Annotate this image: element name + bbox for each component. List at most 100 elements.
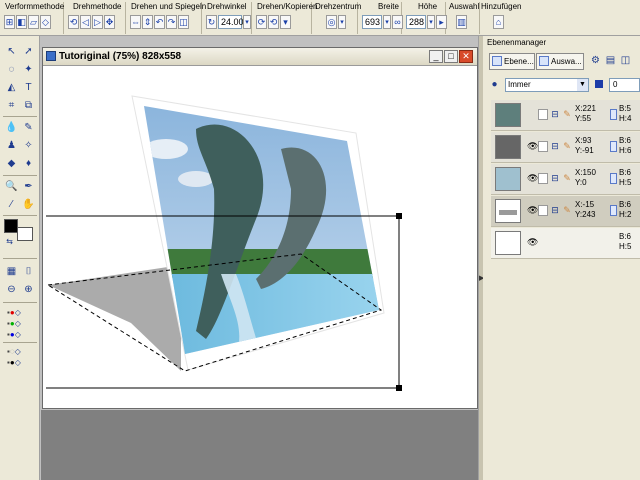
magic-wand-icon[interactable]: ✦ <box>21 62 36 77</box>
pointer-tool-icon[interactable]: ↖ <box>4 44 19 59</box>
paint-bucket-icon[interactable]: ◭ <box>4 80 19 95</box>
pick-color-icon[interactable]: ✒ <box>21 179 36 194</box>
lock-checkbox[interactable] <box>538 205 548 216</box>
rotation-center-icon[interactable]: ◎ <box>326 15 337 29</box>
brush-tool-icon[interactable]: ✎ <box>21 120 36 135</box>
move-icon[interactable]: ✥ <box>104 15 115 29</box>
spin-down-icon[interactable]: ▾ <box>243 15 251 29</box>
rotate-angle-icon[interactable]: ↻ <box>206 15 217 29</box>
channel-alpha-row[interactable]: ▪●◇ <box>7 358 35 367</box>
warp-free-icon[interactable]: ◇ <box>40 15 51 29</box>
layer-new-icon[interactable]: ▤ <box>603 53 618 68</box>
dropper-tool-icon[interactable]: 💧 <box>4 120 19 135</box>
rotate-right-icon[interactable]: ↷ <box>166 15 177 29</box>
add-icon[interactable]: ⌂ <box>493 15 504 29</box>
layer-link-icon[interactable]: ⊟ <box>550 173 560 184</box>
mirror-icon[interactable]: ◫ <box>178 15 189 29</box>
grid-icon[interactable]: ▦ <box>4 264 19 279</box>
opacity-input[interactable]: 0 <box>609 78 640 92</box>
layer-link-icon[interactable]: ⊟ <box>550 141 560 152</box>
tab-selection[interactable]: Auswa... <box>536 53 584 70</box>
rotate-left-icon[interactable]: ↶ <box>154 15 165 29</box>
warp-method-label: Verformmethode <box>5 2 65 11</box>
lasso-tool-icon[interactable]: ◌ <box>4 62 19 77</box>
zoom-tool-icon[interactable]: 🔍 <box>4 179 19 194</box>
lock-checkbox[interactable] <box>538 109 548 120</box>
visibility-icon[interactable]: 👁 <box>527 237 538 248</box>
visibility-icon[interactable]: 👁 <box>527 173 538 184</box>
foreground-color-swatch[interactable] <box>4 219 18 233</box>
warp-perspective-icon[interactable]: ◧ <box>16 15 27 29</box>
warp-skew-icon[interactable]: ▱ <box>28 15 39 29</box>
size-reset-icon[interactable]: ▸ <box>436 15 447 29</box>
fill-tool-icon[interactable]: ♦ <box>21 156 36 171</box>
rotate-method-icon[interactable]: ◁ <box>80 15 91 29</box>
close-button[interactable]: ✕ <box>459 50 473 63</box>
layer-effect-icon[interactable]: ✎ <box>562 109 572 120</box>
layer-row-3[interactable]: 👁 ⊟ ✎ X:150 Y:0 B:6 H:5 <box>491 164 640 195</box>
lock-checkbox[interactable] <box>538 141 548 152</box>
layer-row-2[interactable]: 👁 ⊟ ✎ X:93 Y:-91 B:6 H:6 <box>491 132 640 163</box>
minimize-button[interactable]: _ <box>429 50 443 63</box>
height-spin-icon[interactable]: ▾ <box>427 15 435 29</box>
eraser-tool-icon[interactable]: ◆ <box>4 156 19 171</box>
lock-checkbox[interactable] <box>538 173 548 184</box>
flip-horizontal-icon[interactable]: ⇔ <box>130 15 141 29</box>
image-canvas[interactable] <box>46 69 474 406</box>
layer-effect-icon[interactable]: ✎ <box>562 141 572 152</box>
transform-tool-icon[interactable]: ⧉ <box>21 98 36 113</box>
retouch-tool-icon[interactable]: ✧ <box>21 138 36 153</box>
channel-blue-row[interactable]: ▪●◇ <box>7 330 35 339</box>
link-icon[interactable]: ∞ <box>392 15 403 29</box>
height-input[interactable]: 288 <box>406 15 426 29</box>
frame-icon[interactable]: ⌷ <box>21 264 36 279</box>
background-color-swatch[interactable] <box>17 227 33 241</box>
layer-row-5[interactable]: 👁 B:6 H:5 <box>491 228 640 259</box>
arrow-tool-icon[interactable]: ➚ <box>21 44 36 59</box>
layer-properties-icon[interactable]: ⚙ <box>588 53 603 68</box>
document-title: Tutoriginal (75%) 828x558 <box>59 51 182 62</box>
layer-link-icon[interactable]: ⊟ <box>550 205 560 216</box>
layer-merge-icon[interactable]: ◫ <box>618 53 633 68</box>
rotation-angle-input[interactable]: 24.00 <box>218 15 244 29</box>
visibility-icon[interactable]: 👁 <box>527 141 538 152</box>
visibility-icon[interactable] <box>527 109 537 120</box>
stamp-tool-icon[interactable]: ♟ <box>4 138 19 153</box>
layers-tab-icon <box>492 56 502 66</box>
rotation-center-dropdown-icon[interactable]: ▾ <box>338 15 346 29</box>
channel-icon[interactable]: ⊕ <box>21 282 36 297</box>
layer-row-4[interactable]: 👁 ⊟ ✎ X:-15 Y:243 B:6 H:2 <box>491 196 640 227</box>
mask-icon[interactable]: ⊖ <box>4 282 19 297</box>
tab-layers[interactable]: Ebene... <box>489 53 535 70</box>
channel-red-row[interactable]: ▪●◇ <box>7 308 35 317</box>
tool-palette: ↖ ➚ ◌ ✦ ◭ T ⌗ ⧉ 💧 ✎ ♟ ✧ ◆ ♦ 🔍 ✒ ⁄ ✋ ⇆ ▦ … <box>0 36 40 480</box>
rotation-angle-label: Drehwinkel <box>207 2 247 11</box>
layer-thumbnail <box>495 167 521 191</box>
rotate-method-icon[interactable]: ▷ <box>92 15 103 29</box>
text-tool-icon[interactable]: T <box>21 80 36 95</box>
line-tool-icon[interactable]: ⁄ <box>4 197 19 212</box>
channel-green-row[interactable]: ▪●◇ <box>7 319 35 328</box>
layer-row-1[interactable]: ⊟ ✎ X:221 Y:55 B:5 H:4 <box>491 100 640 131</box>
width-spin-icon[interactable]: ▾ <box>383 15 391 29</box>
copy-options-icon[interactable]: ▾ <box>280 15 291 29</box>
channel-mask-row[interactable]: ▪◌◇ <box>7 347 35 356</box>
layer-mode-select[interactable]: Immer ▼ <box>505 78 589 92</box>
width-input[interactable]: 693 <box>362 15 382 29</box>
swap-colors-icon[interactable]: ⇆ <box>2 234 17 249</box>
layer-thumbnail <box>495 199 521 223</box>
crop-tool-icon[interactable]: ⌗ <box>4 98 19 113</box>
rotate-method-icon[interactable]: ⟲ <box>68 15 79 29</box>
layer-effect-icon[interactable]: ✎ <box>562 173 572 184</box>
rotate-copy-ccw-icon[interactable]: ⟲ <box>268 15 279 29</box>
document-titlebar[interactable]: Tutoriginal (75%) 828x558 _ □ ✕ <box>43 48 477 66</box>
maximize-button[interactable]: □ <box>444 50 458 63</box>
flip-vertical-icon[interactable]: ⇕ <box>142 15 153 29</box>
warp-icon[interactable]: ⊞ <box>4 15 15 29</box>
hand-tool-icon[interactable]: ✋ <box>21 197 36 212</box>
layer-link-icon[interactable]: ⊟ <box>550 109 560 120</box>
layer-effect-icon[interactable]: ✎ <box>562 205 572 216</box>
selection-icon[interactable]: ▥ <box>456 15 467 29</box>
rotate-copy-icon[interactable]: ⟳ <box>256 15 267 29</box>
visibility-icon[interactable]: 👁 <box>527 205 538 216</box>
